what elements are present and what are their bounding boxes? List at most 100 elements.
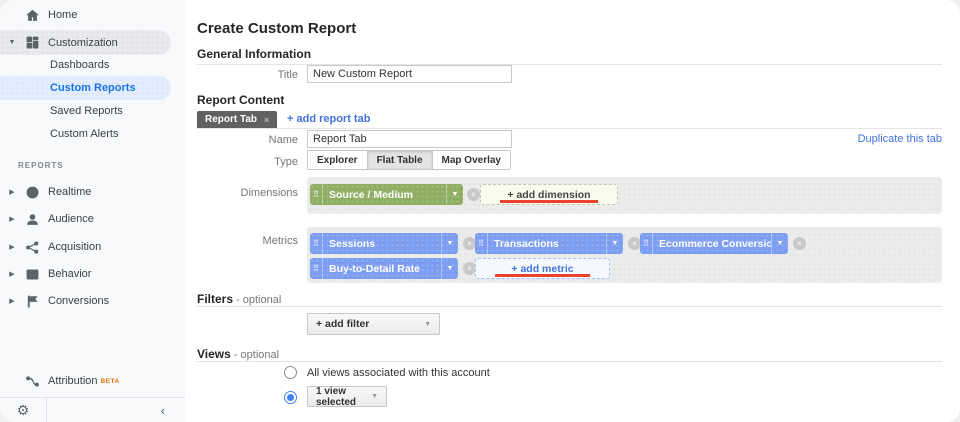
general-information-heading: General Information (197, 47, 311, 61)
drag-handle-icon[interactable]: ⠿ (310, 258, 323, 279)
metric-chip-sessions[interactable]: ⠿ Sessions ▼ (310, 233, 458, 254)
type-option-map-overlay[interactable]: Map Overlay (432, 151, 510, 169)
radio-all-views-label: All views associated with this account (307, 367, 490, 379)
sidebar-item-label: Audience (48, 213, 94, 225)
metric-chip-ecommerce-conversion[interactable]: ⠿ Ecommerce Conversion ... ▼ (640, 233, 788, 254)
type-label: Type (197, 156, 298, 168)
duplicate-tab-link[interactable]: Duplicate this tab (858, 133, 942, 145)
filters-heading: Filters- optional (197, 292, 281, 306)
sidebar-item-audience[interactable]: ▶ Audience (0, 207, 185, 231)
sidebar-item-home[interactable]: Home (0, 3, 185, 27)
sidebar-item-realtime[interactable]: ▶ Realtime (0, 180, 185, 204)
type-option-flat-table[interactable]: Flat Table (367, 151, 432, 169)
chip-label: Buy-to-Detail Rate (323, 263, 441, 275)
sidebar-item-custom-alerts[interactable]: Custom Alerts (0, 122, 185, 146)
sidebar-item-customization[interactable]: ▼ Customization (0, 30, 171, 55)
name-label: Name (197, 134, 298, 146)
views-selected-dropdown[interactable]: 1 view selected ▼ (307, 386, 387, 407)
radio-all-views[interactable] (284, 366, 297, 379)
metric-chip-transactions[interactable]: ⠿ Transactions ▼ (475, 233, 623, 254)
add-report-tab-link[interactable]: + add report tab (287, 113, 370, 125)
chip-label: Ecommerce Conversion ... (653, 238, 771, 250)
sidebar-item-label: Conversions (48, 295, 109, 307)
chevron-down-icon[interactable]: ▼ (446, 184, 463, 205)
drag-handle-icon[interactable]: ⠿ (640, 233, 653, 254)
home-icon (24, 7, 40, 23)
close-icon[interactable]: × (264, 115, 269, 125)
title-label: Title (197, 69, 298, 81)
dimensions-label: Dimensions (197, 187, 298, 199)
sidebar-item-label: Custom Alerts (50, 128, 118, 140)
sidebar-item-custom-reports[interactable]: Custom Reports (0, 76, 171, 100)
annotation-underline (500, 200, 598, 203)
chip-label: Sessions (323, 238, 441, 250)
acquisition-icon (24, 239, 40, 255)
reports-section-label: REPORTS (18, 161, 64, 170)
dimensions-panel: ⠿ Source / Medium ▼ × + add dimension (307, 177, 942, 214)
add-dimension-label: + add dimension (507, 189, 590, 201)
drag-handle-icon[interactable]: ⠿ (475, 233, 488, 254)
chevron-down-icon: ▼ (424, 321, 431, 328)
app-window: Home ▼ Customization Dashboards Custom R… (0, 0, 960, 422)
report-tab[interactable]: Report Tab × (197, 111, 277, 128)
chevron-right-icon[interactable]: ▶ (0, 297, 24, 305)
beta-badge: BETA (101, 378, 120, 385)
dimension-chip-source-medium[interactable]: ⠿ Source / Medium ▼ (310, 184, 463, 205)
sidebar-item-acquisition[interactable]: ▶ Acquisition (0, 235, 185, 259)
attribution-icon (24, 373, 40, 389)
chevron-down-icon: ▼ (371, 393, 378, 400)
drag-handle-icon[interactable]: ⠿ (310, 233, 323, 254)
drag-handle-icon[interactable]: ⠿ (310, 184, 323, 205)
radio-selected-views[interactable] (284, 391, 297, 404)
sidebar-item-label: Saved Reports (50, 105, 123, 117)
collapse-icon: ‹ (161, 403, 165, 418)
conversions-icon (24, 293, 40, 309)
chevron-down-icon[interactable]: ▼ (606, 233, 623, 254)
optional-hint: - optional (234, 349, 279, 361)
sidebar-item-saved-reports[interactable]: Saved Reports (0, 99, 185, 123)
customization-icon (24, 35, 40, 51)
metric-chip-buy-to-detail-rate[interactable]: ⠿ Buy-to-Detail Rate ▼ (310, 258, 458, 279)
sidebar-item-label: Realtime (48, 186, 91, 198)
chevron-down-icon[interactable]: ▼ (441, 233, 458, 254)
optional-hint: - optional (236, 294, 281, 306)
name-input[interactable] (307, 130, 512, 148)
gear-icon: ⚙ (17, 402, 30, 419)
report-tab-label: Report Tab (205, 114, 257, 125)
chevron-down-icon[interactable]: ▼ (441, 258, 458, 279)
annotation-underline (495, 274, 591, 277)
chip-label: Transactions (488, 238, 606, 250)
metrics-panel: ⠿ Sessions ▼ × ⠿ Transactions ▼ × ⠿ Ecom… (307, 227, 942, 283)
collapse-sidebar-button[interactable]: ‹ (46, 398, 185, 422)
sidebar-item-behavior[interactable]: ▶ Behavior (0, 262, 185, 286)
add-metric-button[interactable]: + add metric (475, 258, 610, 279)
chevron-right-icon[interactable]: ▶ (0, 270, 24, 278)
sidebar-item-conversions[interactable]: ▶ Conversions (0, 289, 185, 313)
views-selected-label: 1 view selected (316, 386, 361, 408)
remove-dimension-icon[interactable]: × (467, 188, 480, 201)
sidebar-item-attribution[interactable]: Attribution BETA (0, 369, 185, 393)
section-divider (197, 361, 942, 362)
chevron-down-icon[interactable]: ▼ (0, 39, 24, 46)
realtime-icon (24, 184, 40, 200)
chevron-down-icon[interactable]: ▼ (771, 233, 788, 254)
title-input[interactable] (307, 65, 512, 83)
sidebar-item-dashboards[interactable]: Dashboards (0, 53, 185, 77)
main-content: Create Custom Report General Information… (185, 0, 960, 422)
sidebar-item-label: Acquisition (48, 241, 101, 253)
add-filter-dropdown[interactable]: + add filter ▼ (307, 313, 440, 335)
metrics-label: Metrics (197, 235, 298, 247)
section-divider (197, 306, 942, 307)
sidebar-item-label: Behavior (48, 268, 91, 280)
type-option-explorer[interactable]: Explorer (308, 151, 367, 169)
remove-metric-icon[interactable]: × (793, 237, 806, 250)
add-dimension-button[interactable]: + add dimension (480, 184, 618, 205)
settings-button[interactable]: ⚙ (0, 398, 46, 422)
chevron-right-icon[interactable]: ▶ (0, 243, 24, 251)
behavior-icon (24, 266, 40, 282)
chevron-right-icon[interactable]: ▶ (0, 215, 24, 223)
chevron-right-icon[interactable]: ▶ (0, 188, 24, 196)
audience-icon (24, 211, 40, 227)
sidebar-item-label: Home (48, 9, 77, 21)
views-heading: Views- optional (197, 347, 279, 361)
